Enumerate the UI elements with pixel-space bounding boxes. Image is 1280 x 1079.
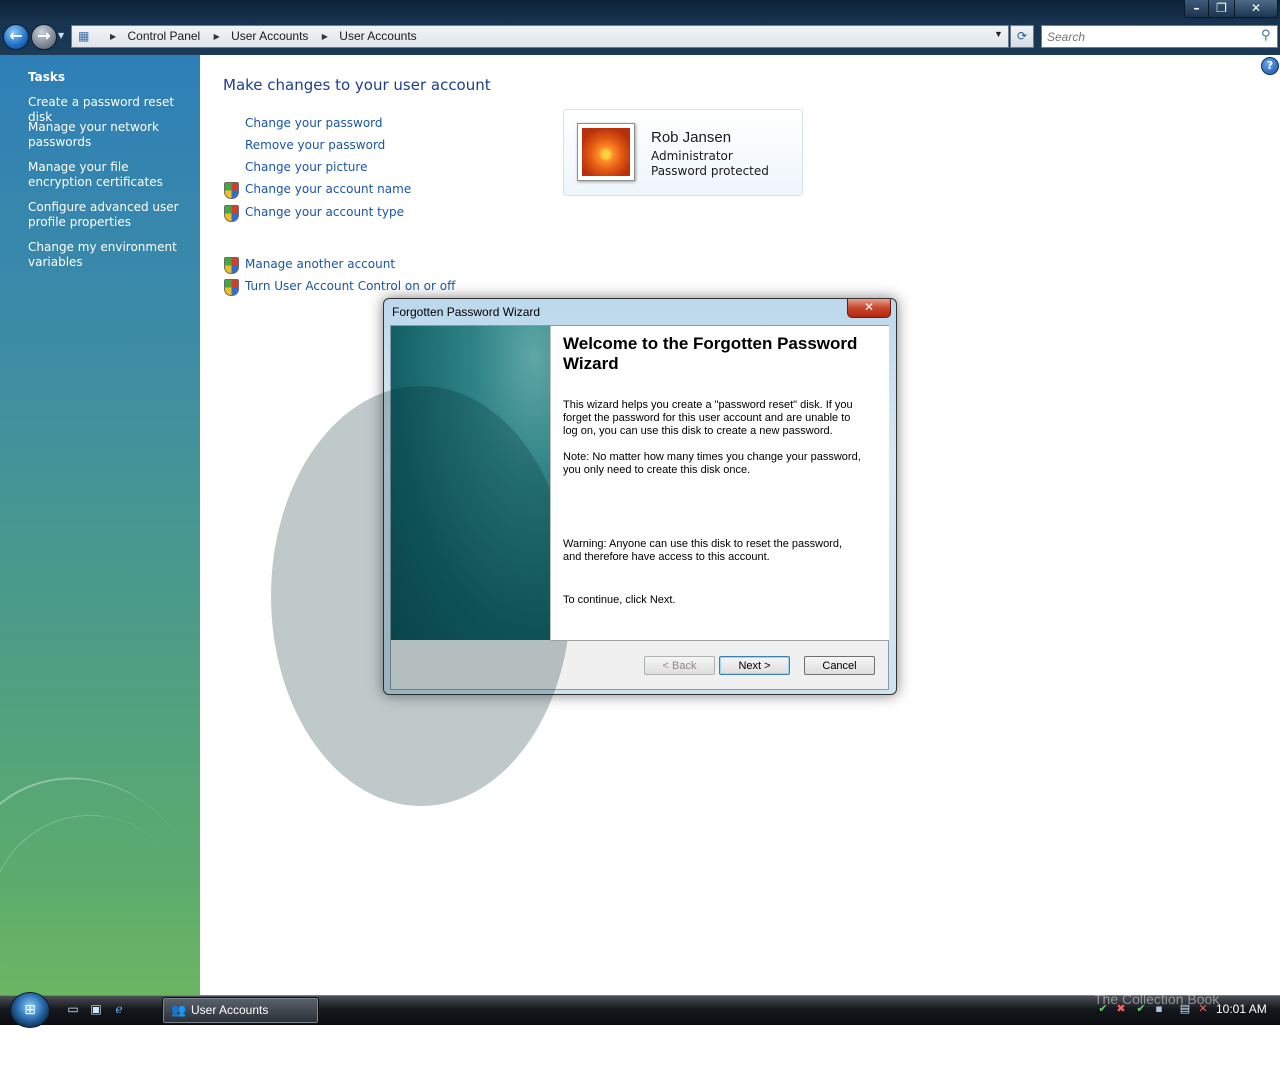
wizard-intro-text: This wizard helps you create a "password… bbox=[563, 399, 853, 437]
network-tray-icon[interactable]: ▤ bbox=[1178, 1002, 1192, 1016]
dialog-close-button[interactable]: ✕ bbox=[847, 299, 891, 318]
breadcrumb-separator-icon[interactable]: ▶ bbox=[312, 32, 336, 41]
taskbar-button-user-accounts[interactable]: 👥 User Accounts bbox=[162, 997, 319, 1024]
uac-shield-icon bbox=[224, 182, 239, 199]
wizard-banner-image bbox=[271, 326, 571, 806]
forgotten-password-wizard-dialog: Forgotten Password Wizard ✕ Welcome to t… bbox=[271, 298, 897, 806]
breadcrumb: ▶ Control Panel ▶ User Accounts ▶ User A… bbox=[100, 29, 417, 43]
internet-explorer-icon[interactable]: ℯ bbox=[111, 1002, 127, 1016]
breadcrumb-separator-icon[interactable]: ▶ bbox=[204, 32, 228, 41]
volume-muted-tray-icon[interactable]: ✕ bbox=[1196, 1002, 1210, 1016]
remove-password-link[interactable]: Remove your password bbox=[245, 138, 385, 152]
address-dropdown-icon[interactable]: ▼ bbox=[994, 29, 1003, 39]
breadcrumb-user-accounts-current[interactable]: User Accounts bbox=[339, 29, 416, 43]
wizard-warning-text: Warning: Anyone can use this disk to res… bbox=[563, 538, 843, 563]
recent-pages-dropdown-icon[interactable]: ▼ bbox=[58, 31, 64, 40]
change-account-name-link[interactable]: Change your account name bbox=[245, 182, 411, 196]
back-button[interactable]: ← bbox=[3, 24, 29, 50]
address-bar[interactable]: ▦ ▶ Control Panel ▶ User Accounts ▶ User… bbox=[71, 25, 1009, 48]
breadcrumb-control-panel[interactable]: Control Panel bbox=[128, 29, 201, 43]
tasks-heading: Tasks bbox=[28, 70, 66, 84]
maximize-button[interactable]: ❐ bbox=[1208, 0, 1235, 18]
uac-shield-icon bbox=[224, 279, 239, 296]
refresh-button[interactable]: ⟳ bbox=[1010, 25, 1034, 48]
help-icon[interactable]: ? bbox=[1261, 57, 1279, 75]
manage-another-account-link[interactable]: Manage another account bbox=[245, 257, 395, 271]
taskbar-clock[interactable]: 10:01 AM bbox=[1216, 1002, 1267, 1016]
uac-shield-icon bbox=[224, 257, 239, 274]
switch-windows-icon[interactable]: ▣ bbox=[88, 1002, 104, 1016]
wizard-note-text: Note: No matter how many times you chang… bbox=[563, 451, 861, 476]
search-icon[interactable]: ⚲ bbox=[1261, 28, 1271, 43]
dialog-title: Forgotten Password Wizard bbox=[392, 305, 541, 319]
minimize-button[interactable]: – bbox=[1184, 0, 1209, 18]
user-account-card: Rob Jansen Administrator Password protec… bbox=[563, 109, 803, 196]
change-account-type-link[interactable]: Change your account type bbox=[245, 205, 404, 219]
user-picture bbox=[577, 123, 635, 181]
user-role: Administrator bbox=[651, 149, 733, 163]
wizard-heading: Welcome to the Forgotten Password Wizard bbox=[563, 334, 858, 373]
update-tray-icon[interactable]: ✔ bbox=[1134, 1002, 1148, 1016]
wizard-content: Welcome to the Forgotten Password Wizard… bbox=[550, 326, 889, 641]
breadcrumb-separator-icon[interactable]: ▶ bbox=[100, 32, 124, 41]
task-change-environment-variables[interactable]: Change my environment variables bbox=[28, 240, 188, 270]
user-name: Rob Jansen bbox=[651, 129, 732, 146]
show-desktop-icon[interactable]: ▭ bbox=[65, 1002, 81, 1016]
close-window-button[interactable]: ✕ bbox=[1234, 0, 1278, 18]
task-manage-network-passwords[interactable]: Manage your network passwords bbox=[28, 120, 188, 150]
search-box[interactable]: ⚲ bbox=[1041, 25, 1278, 48]
flower-picture-icon bbox=[582, 128, 630, 176]
change-picture-link[interactable]: Change your picture bbox=[245, 160, 367, 174]
breadcrumb-user-accounts[interactable]: User Accounts bbox=[231, 29, 308, 43]
search-input[interactable] bbox=[1042, 26, 1262, 47]
next-button[interactable]: Next > bbox=[719, 656, 790, 675]
banner-arc bbox=[271, 386, 571, 806]
back-button[interactable]: < Back bbox=[644, 656, 715, 675]
control-panel-icon: ▦ bbox=[78, 29, 90, 43]
uac-shield-icon bbox=[224, 205, 239, 222]
user-password-status: Password protected bbox=[651, 164, 769, 178]
user-accounts-icon: 👥 bbox=[171, 1003, 186, 1017]
task-manage-encryption-certificates[interactable]: Manage your file encryption certificates bbox=[28, 160, 188, 190]
dialog-body: Welcome to the Forgotten Password Wizard… bbox=[271, 325, 889, 806]
page-title: Make changes to your user account bbox=[223, 76, 491, 94]
taskbar-button-label: User Accounts bbox=[191, 1003, 269, 1017]
forward-button[interactable]: → bbox=[31, 24, 57, 50]
start-button[interactable]: ⊞ bbox=[10, 992, 50, 1028]
wizard-continue-text: To continue, click Next. bbox=[563, 594, 676, 606]
task-configure-profile-properties[interactable]: Configure advanced user profile properti… bbox=[28, 200, 188, 230]
tray-icon[interactable]: ▪ bbox=[1152, 1002, 1166, 1016]
task-pane bbox=[0, 55, 250, 1079]
security-alert-tray-icon[interactable]: ✖ bbox=[1114, 1002, 1128, 1016]
security-tray-icon[interactable]: ✔ bbox=[1096, 1002, 1110, 1016]
cancel-button[interactable]: Cancel bbox=[804, 656, 875, 675]
toggle-uac-link[interactable]: Turn User Account Control on or off bbox=[245, 279, 455, 293]
change-password-link[interactable]: Change your password bbox=[245, 116, 383, 130]
